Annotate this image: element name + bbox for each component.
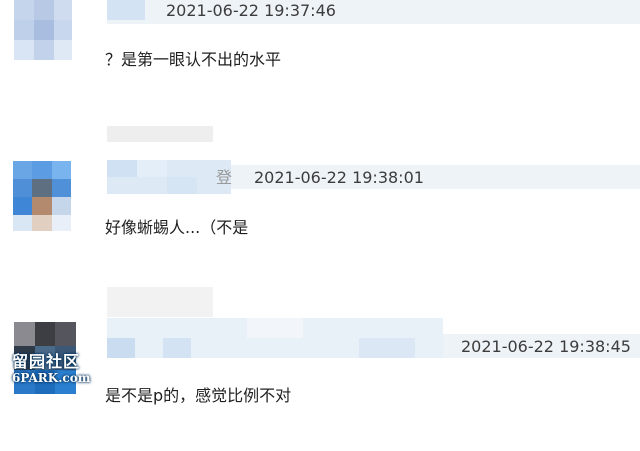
comment-page: { "comments": [ { "timestamp": "2021-06-… — [0, 0, 640, 451]
comment-timestamp: 2021-06-22 19:38:01 — [254, 168, 424, 187]
avatar[interactable] — [14, 0, 72, 60]
username-blurred[interactable] — [107, 0, 145, 20]
username-blurred[interactable] — [107, 318, 443, 358]
comment-text: 好像蜥蜴人...（不是 — [105, 218, 249, 237]
watermark-latin: 6PARK.com — [12, 371, 91, 385]
comment-text: ？是第一眼认不出的水平 — [105, 50, 282, 69]
username-blurred[interactable] — [107, 160, 231, 194]
site-watermark: 留园社区 6PARK.com — [12, 352, 96, 386]
comment-timestamp: 2021-06-22 19:37:46 — [166, 1, 336, 20]
comment-text: 是不是p的，感觉比例不对 — [105, 386, 292, 405]
blurred-line — [107, 287, 213, 317]
avatar[interactable] — [13, 161, 71, 231]
comment-timestamp: 2021-06-22 19:38:45 — [461, 337, 631, 356]
watermark-chinese: 留园社区 — [12, 352, 81, 371]
blurred-line — [107, 126, 213, 142]
username-tail: 登 — [216, 168, 233, 187]
